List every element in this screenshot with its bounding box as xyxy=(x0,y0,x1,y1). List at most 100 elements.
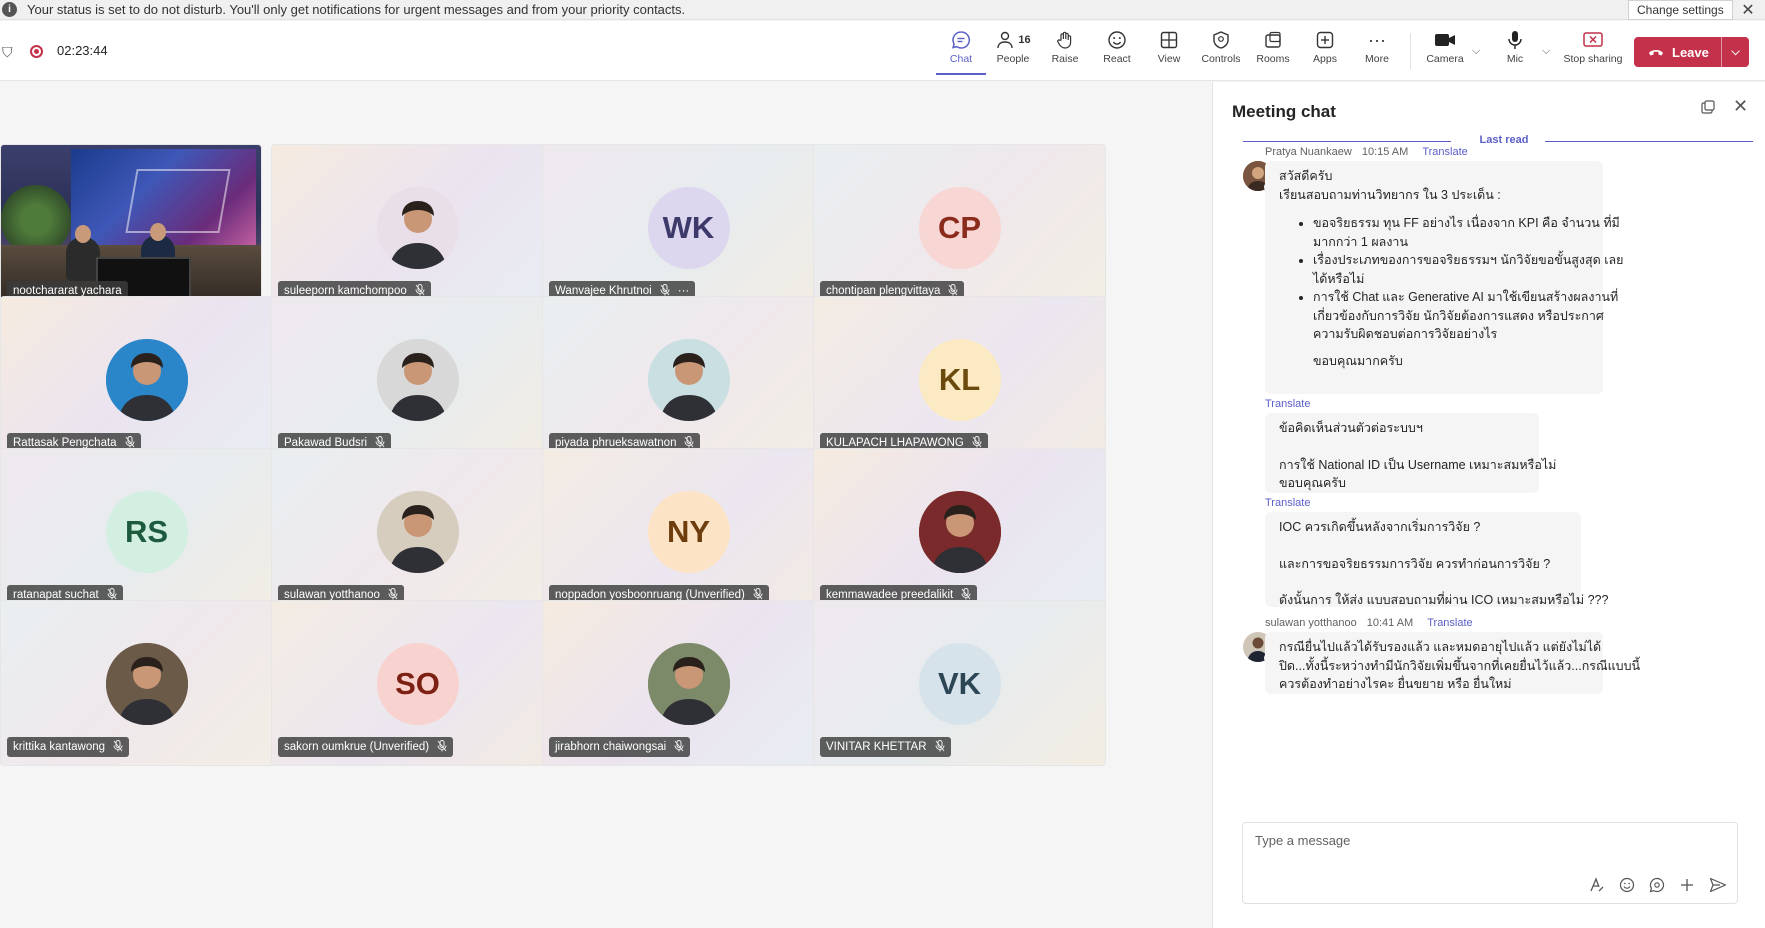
popout-icon[interactable] xyxy=(1701,100,1715,117)
react-icon xyxy=(1107,27,1127,53)
list-item: เรื่องประเภทของการขอจริยธรรมฯ นักวิจัยขอ… xyxy=(1313,251,1624,288)
avatar: KL xyxy=(918,339,1001,421)
stop-sharing-label: Stop sharing xyxy=(1563,53,1623,65)
rooms-button[interactable]: Rooms xyxy=(1248,27,1298,75)
participant-tile[interactable]: SO sakorn oumkrue (Unverified) xyxy=(271,600,564,766)
more-icon: ··· xyxy=(1368,29,1386,50)
avatar: WK xyxy=(647,187,730,269)
send-icon[interactable] xyxy=(1709,877,1727,893)
apps-button[interactable]: Apps xyxy=(1300,27,1350,75)
mic-button[interactable]: Mic xyxy=(1490,27,1540,75)
message-line: การใช้ National ID เป็น Username เหมาะสม… xyxy=(1279,457,1557,472)
people-label: People xyxy=(996,53,1030,65)
avatar: VK xyxy=(918,643,1001,725)
participant-tile[interactable]: VK VINITAR KHETTAR xyxy=(813,600,1106,766)
avatar xyxy=(105,643,188,725)
message-time: 10:41 AM xyxy=(1366,617,1414,629)
view-icon xyxy=(1159,27,1179,53)
participant-tile[interactable]: sulawan yotthanoo xyxy=(271,448,564,614)
message-line: ขอบคุณครับ xyxy=(1279,476,1346,490)
participant-tile[interactable]: piyada phrueksawatnon xyxy=(542,296,835,462)
people-button[interactable]: 16 People xyxy=(988,27,1038,75)
change-settings-button[interactable]: Change settings xyxy=(1628,0,1733,20)
translate-link[interactable]: Translate xyxy=(1265,398,1310,410)
more-button[interactable]: ··· More xyxy=(1352,27,1402,75)
mic-label: Mic xyxy=(1506,53,1524,65)
react-button[interactable]: React xyxy=(1092,27,1142,75)
participant-tile[interactable]: kemmawadee preedalikit xyxy=(813,448,1106,614)
message-line: สวัสดีครับ xyxy=(1279,169,1333,183)
participant-gallery: nootchararat yachara suleeporn kamchompoo… xyxy=(0,82,1212,928)
participant-name: VINITAR KHETTAR xyxy=(826,741,927,753)
chat-button[interactable]: Chat xyxy=(936,27,986,75)
message-compose-box[interactable]: Type a message xyxy=(1242,822,1738,904)
divider-line xyxy=(1243,141,1451,142)
chat-label: Chat xyxy=(949,53,973,65)
message-line: กรณียื่นไปแล้วได้รับรองแล้ว และหมดอายุไป… xyxy=(1279,640,1602,654)
mic-off-icon xyxy=(113,739,123,755)
leave-button[interactable]: Leave ⌵ xyxy=(1634,37,1749,67)
translate-link[interactable]: Translate xyxy=(1427,617,1472,629)
participant-tile[interactable]: suleeporn kamchompoo xyxy=(271,144,564,310)
leave-label: Leave xyxy=(1672,44,1709,60)
mic-off-icon xyxy=(437,739,447,755)
avatar xyxy=(918,491,1001,573)
message-bubble: ข้อคิดเห็นส่วนตัวต่อระบบฯ การใช้ Nationa… xyxy=(1265,413,1557,493)
person-head xyxy=(75,225,91,243)
emoji-icon[interactable] xyxy=(1619,877,1635,893)
raise-button[interactable]: Raise xyxy=(1040,27,1090,75)
meeting-chat-panel: Meeting chat ✕ Last read Pratya Nuankaew… xyxy=(1212,82,1765,928)
translate-link[interactable]: Translate xyxy=(1265,497,1310,509)
message-time: 10:15 AM xyxy=(1361,146,1409,158)
meeting-timer: 02:23:44 xyxy=(57,43,108,58)
participant-tile[interactable]: krittika kantawong xyxy=(0,600,293,766)
sender-name: sulawan yotthanoo xyxy=(1265,617,1357,629)
chat-title: Meeting chat xyxy=(1232,102,1336,121)
message-line: ความรับผิดชอบต่อการวิจัยอย่างไร xyxy=(1313,327,1498,341)
avatar: CP xyxy=(918,187,1001,269)
message-line: และการขอจริยธรรมการวิจัย ควรทำก่อนการวิจ… xyxy=(1279,556,1551,571)
sender-name: Pratya Nuankaew xyxy=(1265,146,1352,158)
people-count: 16 xyxy=(1018,34,1031,46)
view-button[interactable]: View xyxy=(1144,27,1194,75)
camera-button[interactable]: Camera xyxy=(1419,27,1471,75)
participant-tile[interactable]: KL KULAPACH LHAPAWONG xyxy=(813,296,1106,462)
participant-tile[interactable]: Rattasak Pengchata xyxy=(0,296,293,462)
close-icon[interactable]: ✕ xyxy=(1733,96,1748,117)
message-line: ขอบคุณมากครับ xyxy=(1313,353,1403,368)
loop-icon[interactable] xyxy=(1649,877,1665,893)
participant-tile[interactable]: RS ratanapat suchat xyxy=(0,448,293,614)
message-line: ปิด...ทั้งนี้ระหว่างทำมีนักวิจัยเพิ่มขึ้… xyxy=(1279,658,1641,673)
format-icon[interactable] xyxy=(1589,877,1605,893)
participant-tile[interactable]: jirabhorn chaiwongsai xyxy=(542,600,835,766)
avatar xyxy=(376,339,459,421)
message-line: ดังนั้นการ ให้ส่ง แบบสอบถามที่ผ่าน ICO เ… xyxy=(1279,593,1609,607)
banner-close-icon[interactable]: ✕ xyxy=(1738,0,1758,20)
mic-off-icon xyxy=(674,739,684,755)
participant-tile[interactable]: WK Wanvajee Khrutnoi ··· xyxy=(542,144,835,310)
controls-button[interactable]: Controls xyxy=(1196,27,1246,75)
mic-off-icon xyxy=(935,739,945,755)
mic-options-chevron-icon[interactable]: ⌵ xyxy=(1542,45,1550,58)
dnd-banner: i Your status is set to do not disturb. … xyxy=(0,0,1765,20)
participant-tile[interactable]: nootchararat yachara xyxy=(0,144,262,310)
message-header: sulawan yotthanoo 10:41 AM Translate xyxy=(1265,617,1473,629)
camera-label: Camera xyxy=(1426,53,1464,65)
stop-sharing-button[interactable]: Stop sharing xyxy=(1562,27,1624,75)
leave-options-chevron-icon[interactable]: ⌵ xyxy=(1721,37,1749,67)
message-line: มากกว่า 1 ผลงาน xyxy=(1313,234,1408,249)
avatar xyxy=(105,339,188,421)
message-line: เกี่ยวข้องกับการวิจัย นักวิจัยต้องการแสด… xyxy=(1313,308,1604,323)
compose-placeholder[interactable]: Type a message xyxy=(1255,833,1350,848)
divider-line xyxy=(1545,141,1753,142)
translate-link[interactable]: Translate xyxy=(1422,146,1467,158)
react-label: React xyxy=(1103,53,1131,65)
add-icon[interactable] xyxy=(1679,877,1695,893)
message-line: การใช้ Chat และ Generative AI มาใช้เขียน… xyxy=(1313,290,1619,304)
camera-options-chevron-icon[interactable]: ⌵ xyxy=(1472,45,1480,58)
participant-tile[interactable]: Pakawad Budsri xyxy=(271,296,564,462)
participant-tile[interactable]: CP chontipan plengvittaya xyxy=(813,144,1106,310)
list-item: การใช้ Chat และ Generative AI มาใช้เขียน… xyxy=(1313,288,1619,344)
participant-tile[interactable]: NY noppadon yosboonruang (Unverified) xyxy=(542,448,835,614)
